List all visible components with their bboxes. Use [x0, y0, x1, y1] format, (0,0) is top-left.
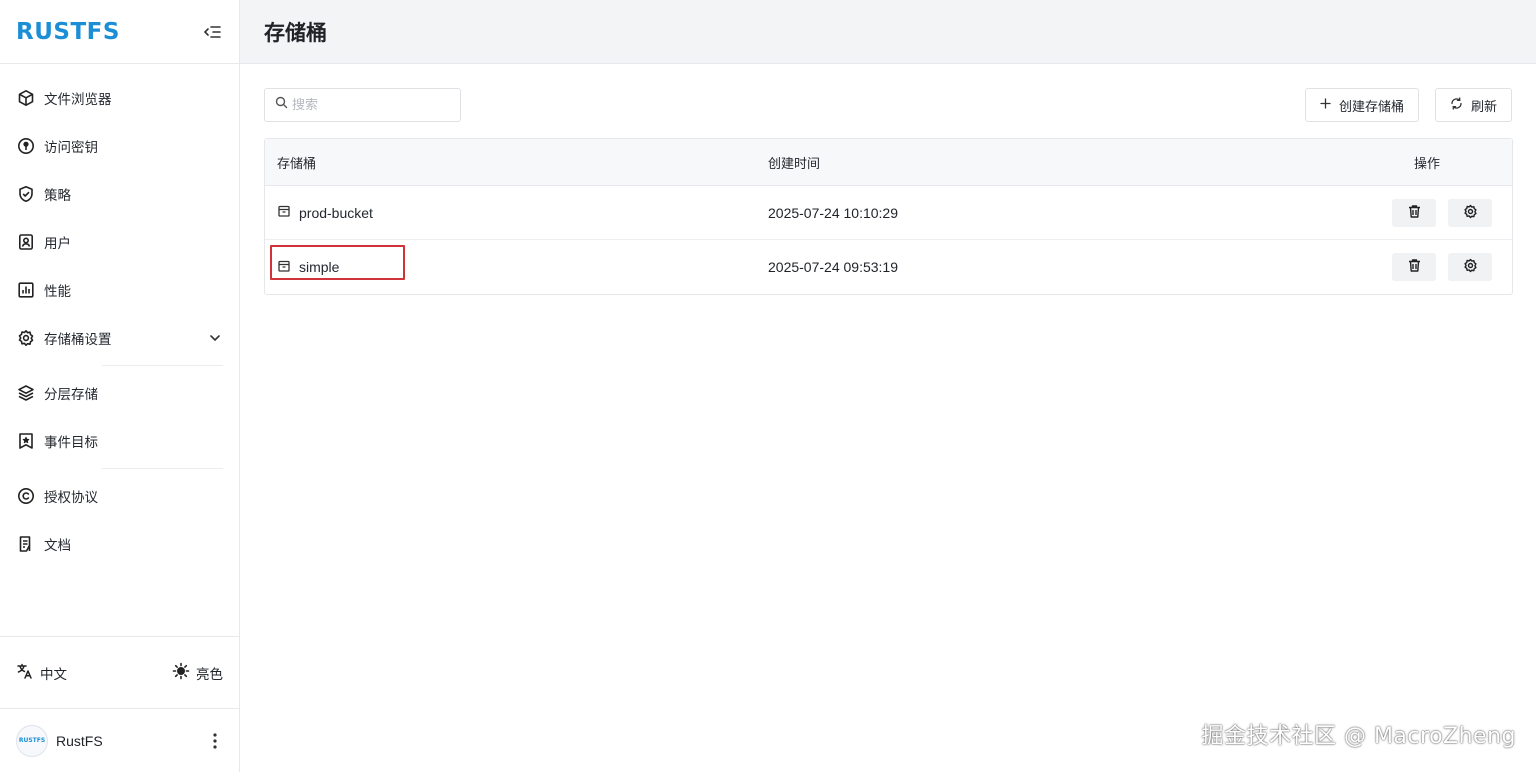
- refresh-label: 刷新: [1470, 99, 1497, 115]
- logo[interactable]: RUSTFS: [16, 19, 120, 45]
- language-switch[interactable]: 中文: [16, 662, 67, 684]
- sidebar-item-label: 文件浏览器: [44, 92, 112, 108]
- column-header-bucket[interactable]: 存储桶: [265, 153, 756, 172]
- shield-check-icon: [16, 184, 36, 204]
- plus-icon: [1320, 97, 1331, 113]
- sidebar-item-label: 策略: [44, 188, 71, 204]
- search-icon: [275, 96, 288, 114]
- bucket-settings-button[interactable]: [1448, 198, 1492, 227]
- sidebar-item-label: 事件目标: [44, 435, 98, 451]
- layers-icon: [16, 383, 36, 403]
- user-name: RustFS: [56, 732, 103, 749]
- bucket-name: simple: [299, 259, 340, 275]
- trash-icon: [1407, 258, 1422, 276]
- gear-icon: [1463, 204, 1478, 222]
- user-row: RUSTFS RustFS: [0, 708, 239, 772]
- translate-icon: [16, 662, 34, 684]
- sidebar-item-label: 存储桶设置: [44, 332, 112, 348]
- sidebar-item-tiering[interactable]: 分层存储: [0, 369, 239, 417]
- create-bucket-button[interactable]: 创建存储桶: [1304, 88, 1419, 122]
- table-row: prod-bucket 2025-07-24 10:10:29: [265, 186, 1512, 240]
- sidebar-item-label: 文档: [44, 538, 71, 554]
- user-card-icon: [16, 232, 36, 252]
- sidebar-item-docs[interactable]: 文档: [0, 520, 239, 568]
- search-input[interactable]: [292, 97, 442, 113]
- refresh-icon: [1450, 96, 1463, 114]
- trash-icon: [1407, 204, 1422, 222]
- sidebar-item-file-browser[interactable]: 文件浏览器: [0, 74, 239, 122]
- sidebar-item-performance[interactable]: 性能: [0, 266, 239, 314]
- more-vertical-icon[interactable]: [207, 731, 223, 751]
- collapse-sidebar-icon[interactable]: [201, 21, 223, 43]
- delete-bucket-button[interactable]: [1392, 253, 1436, 281]
- cube-icon: [16, 88, 36, 108]
- document-icon: [16, 534, 36, 554]
- table-header: 存储桶 创建时间 操作: [265, 139, 1512, 186]
- watermark: 掘金技术社区 @ MacroZheng: [1201, 724, 1516, 749]
- sidebar-item-event-targets[interactable]: 事件目标: [0, 417, 239, 465]
- sidebar-item-policies[interactable]: 策略: [0, 170, 239, 218]
- brand-bar: RUSTFS: [0, 0, 239, 64]
- toolbar: 创建存储桶 刷新: [264, 88, 1512, 122]
- gear-icon: [1463, 258, 1478, 276]
- theme-switch[interactable]: 亮色: [172, 662, 223, 684]
- page-header: 存储桶: [240, 0, 1536, 64]
- bar-chart-icon: [16, 280, 36, 300]
- bucket-link[interactable]: simple: [277, 259, 756, 276]
- chevron-down-icon[interactable]: [207, 330, 223, 346]
- sidebar-footer: 中文 亮色 RUSTFS RustFS: [0, 636, 239, 772]
- sidebar-item-license[interactable]: 授权协议: [0, 472, 239, 520]
- delete-bucket-button[interactable]: [1392, 198, 1436, 227]
- column-header-created[interactable]: 创建时间: [756, 153, 1342, 172]
- bucket-link[interactable]: prod-bucket: [277, 204, 756, 221]
- sidebar-item-bucket-settings[interactable]: 存储桶设置: [0, 314, 239, 362]
- sidebar-item-access-keys[interactable]: 访问密钥: [0, 122, 239, 170]
- avatar[interactable]: RUSTFS: [16, 724, 48, 757]
- main-content: 存储桶 创建存储桶 刷新 存储桶: [240, 0, 1536, 772]
- column-header-actions: 操作: [1413, 156, 1440, 172]
- key-circle-icon: [16, 136, 36, 156]
- star-bookmark-icon: [16, 431, 36, 451]
- archive-icon: [277, 259, 291, 276]
- buckets-table: 存储桶 创建时间 操作 prod-bucket 2025-07-24 10:10…: [264, 138, 1513, 295]
- gear-icon: [16, 328, 36, 348]
- preferences-row: 中文 亮色: [0, 636, 239, 708]
- sun-icon: [172, 662, 190, 684]
- table-row: simple 2025-07-24 09:53:19: [265, 240, 1512, 294]
- sidebar-item-label: 用户: [44, 236, 71, 252]
- nav-divider: [102, 468, 223, 469]
- copyright-icon: [16, 486, 36, 506]
- bucket-settings-button[interactable]: [1448, 253, 1492, 281]
- nav-divider: [102, 365, 223, 366]
- bucket-created-time: 2025-07-24 10:10:29: [768, 204, 898, 221]
- create-bucket-label: 创建存储桶: [1338, 99, 1404, 115]
- sidebar: RUSTFS 文件浏览器 访问密钥 策略 用户 性能 存储桶设置 分层存储 事件…: [0, 0, 240, 772]
- archive-icon: [277, 204, 291, 221]
- sidebar-item-label: 分层存储: [44, 387, 98, 403]
- bucket-created-time: 2025-07-24 09:53:19: [768, 259, 898, 275]
- sidebar-item-users[interactable]: 用户: [0, 218, 239, 266]
- theme-label: 亮色: [196, 666, 223, 683]
- sidebar-nav: 文件浏览器 访问密钥 策略 用户 性能 存储桶设置 分层存储 事件目标 授权协议…: [0, 64, 239, 568]
- search-box[interactable]: [264, 88, 461, 122]
- toolbar-actions: 创建存储桶 刷新: [1304, 88, 1512, 122]
- sidebar-item-label: 性能: [44, 284, 71, 300]
- sidebar-item-label: 访问密钥: [44, 140, 98, 156]
- bucket-name: prod-bucket: [299, 204, 373, 221]
- language-label: 中文: [40, 666, 67, 683]
- sidebar-item-label: 授权协议: [44, 490, 98, 506]
- page-title: 存储桶: [264, 20, 327, 45]
- refresh-button[interactable]: 刷新: [1434, 88, 1512, 122]
